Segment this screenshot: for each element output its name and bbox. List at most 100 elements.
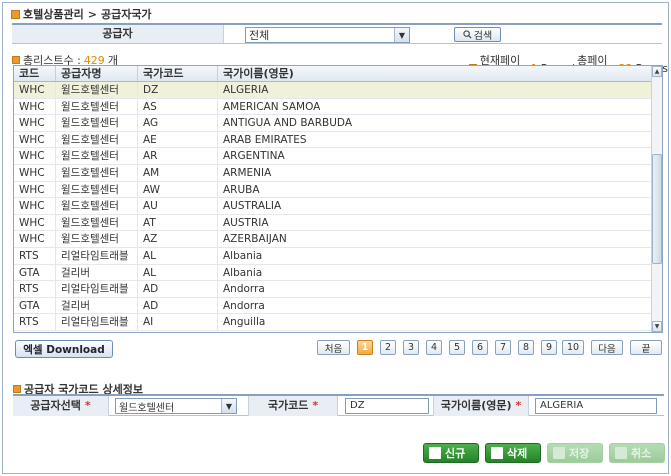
row-supplier-name: 윌드호텔센터: [56, 115, 138, 131]
table-row[interactable]: WHC 윌드호텔센터 AZ AZERBAIJAN: [14, 231, 652, 248]
row-country-code: AL: [138, 264, 218, 281]
header-country-name[interactable]: 국가이름(영문): [218, 66, 652, 81]
chevron-down-icon: ▼: [394, 28, 409, 42]
scroll-thumb[interactable]: [652, 154, 662, 264]
row-supplier-name: 리얼타임트래블: [56, 314, 138, 330]
row-code: WHC: [14, 82, 56, 98]
breadcrumb-section: 호텔상품관리: [23, 8, 84, 21]
row-country-code: AI: [138, 314, 218, 330]
table-row[interactable]: GTA 걸리버 AL Albania: [14, 264, 652, 282]
table-row[interactable]: RTS 리얼타임트래블 AL Albania: [14, 247, 652, 265]
pager-page-3[interactable]: 3: [403, 340, 419, 355]
table-row[interactable]: RTS 리얼타임트래블 AI Anguilla: [14, 314, 652, 331]
table-row[interactable]: WHC 윌드호텔센터 AT AUSTRIA: [14, 214, 652, 232]
pager-next-button[interactable]: 다음: [591, 340, 623, 355]
table-row[interactable]: WHC 윌드호텔센터 AS AMERICAN SAMOA: [14, 98, 652, 116]
row-code: GTA: [14, 264, 56, 281]
country-name-label: 국가이름(영문) *: [433, 396, 529, 416]
pager-page-2[interactable]: 2: [380, 340, 396, 355]
document-icon: [553, 447, 565, 459]
row-country-code: AU: [138, 198, 218, 214]
supplier-country-table: 코드 공급자명 국가코드 국가이름(영문) WHC 윌드호텔센터 DZ ALGERIA…: [13, 65, 663, 333]
table-row[interactable]: GTA 걸리버 AD Andorra: [14, 297, 652, 315]
row-code: WHC: [14, 98, 56, 115]
pager-first-button[interactable]: 처음: [317, 340, 350, 355]
row-country-code: AG: [138, 115, 218, 131]
pager-page-7[interactable]: 7: [495, 340, 511, 355]
row-country-code: AM: [138, 164, 218, 181]
country-code-label-text: 국가코드: [267, 399, 309, 412]
country-name-input[interactable]: ALGERIA: [535, 398, 657, 414]
pager-page-10[interactable]: 10: [562, 340, 584, 355]
document-icon: [615, 447, 627, 459]
row-country-code: AE: [138, 131, 218, 148]
row-country-name: ARAB EMIRATES: [218, 131, 652, 148]
document-icon: [429, 447, 441, 459]
row-country-code: AL: [138, 247, 218, 264]
pager-page-9[interactable]: 9: [541, 340, 557, 355]
header-code[interactable]: 코드: [14, 66, 56, 81]
new-button[interactable]: 신규: [423, 443, 479, 463]
table-row[interactable]: WHC 윌드호텔센터 AM ARMENIA: [14, 164, 652, 182]
pager-last-button[interactable]: 끝: [630, 340, 662, 355]
pager-page-4[interactable]: 4: [426, 340, 442, 355]
country-name-label-text: 국가이름(영문): [440, 399, 512, 412]
row-supplier-name: 윌드호텔센터: [56, 198, 138, 214]
table-row[interactable]: WHC 윌드호텔센터 AU AUSTRALIA: [14, 198, 652, 215]
pager-page-5[interactable]: 5: [449, 340, 465, 355]
row-code: WHC: [14, 214, 56, 231]
breadcrumb-separator: >: [87, 7, 97, 21]
table-row[interactable]: WHC 윌드호텔센터 AG ANTIGUA AND BARBUDA: [14, 115, 652, 132]
row-country-code: AW: [138, 181, 218, 198]
row-supplier-name: 걸리버: [56, 264, 138, 281]
country-code-input[interactable]: DZ: [345, 398, 429, 414]
save-button[interactable]: 저장: [547, 443, 603, 463]
row-code: WHC: [14, 148, 56, 164]
header-supplier-name[interactable]: 공급자명: [56, 66, 138, 81]
row-supplier-name: 윌드호텔센터: [56, 148, 138, 164]
page-title: 공급자국가: [100, 8, 152, 21]
row-supplier-name: 리얼타임트래블: [56, 247, 138, 264]
row-country-name: ANTIGUA AND BARBUDA: [218, 115, 652, 131]
row-code: WHC: [14, 115, 56, 131]
supplier-select-value: 윌드호텔센터: [119, 402, 175, 414]
header-country-code[interactable]: 국가코드: [138, 66, 218, 81]
table-row[interactable]: WHC 윌드호텔센터 AE ARAB EMIRATES: [14, 131, 652, 149]
scroll-up-icon[interactable]: ▲: [652, 66, 662, 77]
row-country-code: AS: [138, 98, 218, 115]
new-button-label: 신규: [445, 447, 466, 460]
row-country-name: ARMENIA: [218, 164, 652, 181]
row-country-name: AUSTRIA: [218, 214, 652, 231]
row-country-name: Albania: [218, 247, 652, 264]
supplier-select-label-text: 공급자선택: [30, 399, 81, 412]
search-button-label: 검색: [473, 31, 493, 42]
cancel-button[interactable]: 취소: [609, 443, 665, 463]
filter-bar: 공급자 전체 ▼ 검색: [12, 23, 662, 44]
table-row[interactable]: WHC 윌드호텔센터 AR ARGENTINA: [14, 148, 652, 165]
supplier-select-label: 공급자선택 *: [13, 396, 109, 416]
main-window: 호텔상품관리 > 공급자국가 공급자 전체 ▼ 검색 총리스트수 : 429 개…: [2, 2, 669, 474]
table-row[interactable]: RTS 리얼타임트래블 AD Andorra: [14, 281, 652, 298]
detail-form: 공급자선택 * 윌드호텔센터 ▼ 국가코드 * DZ 국가이름(영문) * ALGER…: [13, 394, 664, 416]
excel-download-button[interactable]: 엑셀 Download: [15, 340, 113, 358]
row-country-name: Andorra: [218, 297, 652, 314]
row-country-code: AD: [138, 297, 218, 314]
row-code: WHC: [14, 231, 56, 247]
vertical-scrollbar[interactable]: ▲ ▼: [651, 66, 662, 332]
scroll-down-icon[interactable]: ▼: [652, 321, 662, 332]
pager-page-1[interactable]: 1: [357, 340, 373, 355]
row-country-name: Anguilla: [218, 314, 652, 330]
row-country-code: AD: [138, 281, 218, 297]
save-button-label: 저장: [569, 447, 590, 460]
pager-page-6[interactable]: 6: [472, 340, 488, 355]
table-row[interactable]: WHC 윌드호텔센터 AW ARUBA: [14, 181, 652, 199]
search-button[interactable]: 검색: [454, 27, 501, 42]
table-row[interactable]: WHC 윌드호텔센터 DZ ALGERIA: [14, 82, 652, 99]
row-country-name: Albania: [218, 264, 652, 281]
supplier-select[interactable]: 윌드호텔센터 ▼: [115, 398, 237, 414]
supplier-filter-select[interactable]: 전체 ▼: [245, 27, 410, 43]
row-country-code: AT: [138, 214, 218, 231]
delete-button[interactable]: 삭제: [485, 443, 541, 463]
pager-page-8[interactable]: 8: [518, 340, 534, 355]
delete-button-label: 삭제: [507, 447, 528, 460]
